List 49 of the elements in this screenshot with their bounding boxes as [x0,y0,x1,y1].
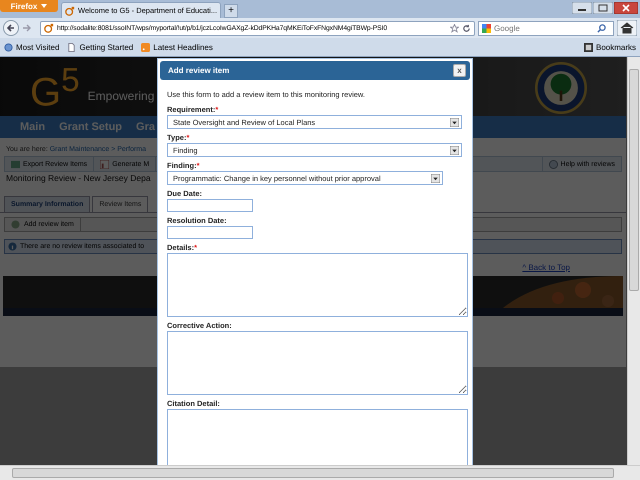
bookmark-link[interactable]: Latest Headlines [141,42,213,52]
site-favicon-icon [44,23,54,33]
text-area[interactable] [167,253,468,317]
bookmark-link[interactable]: Most Visited [4,42,60,52]
dropdown-arrow-icon [450,118,459,126]
page-title: Monitoring Review - New Jersey Depa [5,172,152,184]
dropdown-arrow-icon [450,146,459,154]
reload-icon[interactable] [462,24,471,32]
back-to-top-link[interactable]: ^ Back to Top [522,263,570,272]
add-icon [11,220,20,229]
bookmarks-icon [584,42,593,52]
maximize-icon[interactable] [593,2,613,14]
home-icon[interactable] [617,20,637,36]
date-field[interactable] [167,199,253,212]
horizontal-scrollbar[interactable] [0,465,640,480]
site-logo: G$^{5}$ [30,60,80,112]
info-icon [8,242,17,251]
close-icon[interactable] [614,2,638,14]
bookmarks-menu[interactable]: Bookmarks [584,42,636,52]
search-engine-icon[interactable] [482,24,491,32]
star-icon[interactable] [450,24,459,32]
back-icon[interactable] [3,20,19,36]
forward-icon[interactable] [22,23,32,33]
chart-icon [100,160,110,168]
feed-icon [141,42,150,52]
text-area[interactable] [167,409,468,465]
close-button[interactable]: x [453,64,466,77]
vertical-scrollbar[interactable] [627,57,640,465]
search-icon[interactable] [597,24,606,32]
new-tab-button[interactable]: + [224,4,238,18]
nav-menu-item[interactable]: Grant Setup [59,121,122,133]
tagline: Empowering [88,88,154,102]
nav-menu-item[interactable]: Main [20,121,46,133]
minimize-icon[interactable] [572,2,592,14]
text-area[interactable] [167,331,468,395]
caret-icon [41,4,48,8]
date-field[interactable] [167,226,253,239]
nav-menu-item[interactable]: Gra [136,121,155,133]
help-icon [548,160,558,168]
site-favicon-icon [65,6,75,16]
dialog-title: Add review item [168,66,230,75]
firefox-menu-button[interactable]: Firefox [0,0,58,12]
page-icon [67,42,76,52]
globe-icon [4,42,13,52]
seal-icon [535,62,587,114]
bookmark-link[interactable]: Getting Started [67,42,134,52]
spreadsheet-icon [11,160,20,168]
search-field[interactable]: Google [478,20,614,36]
dropdown-arrow-icon [431,174,440,182]
